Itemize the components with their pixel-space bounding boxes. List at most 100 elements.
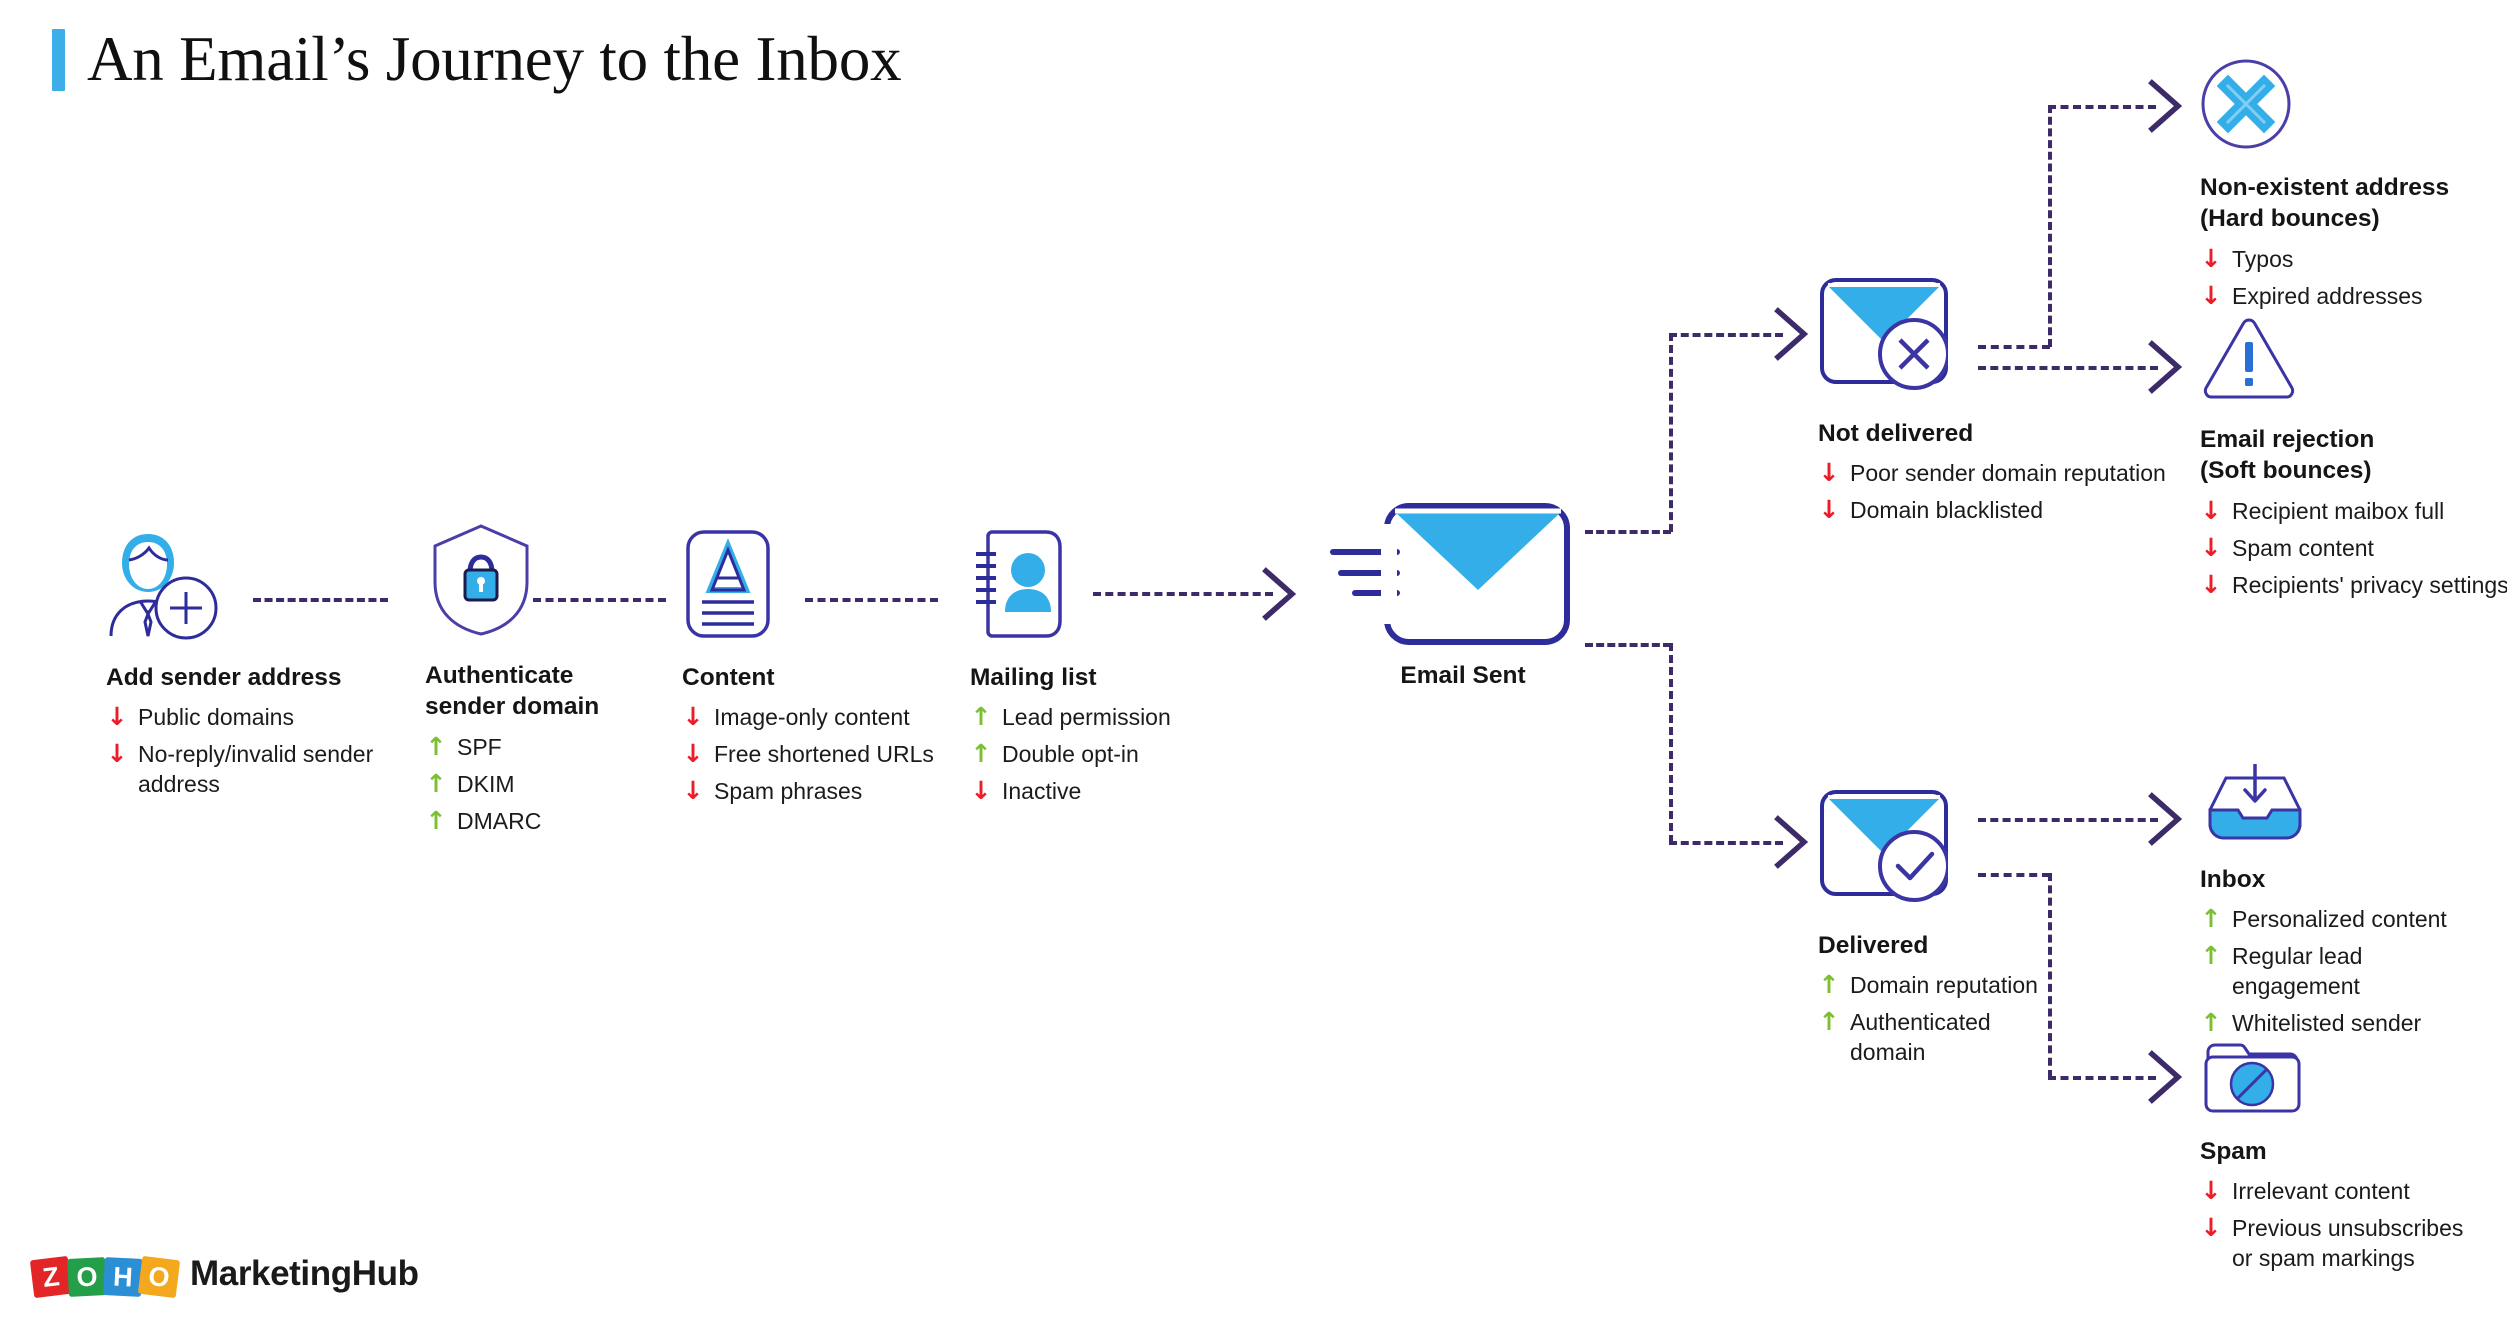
zoho-block-o1: O [67, 1257, 107, 1297]
bullet-item: ↓ Image-only content [682, 703, 942, 733]
bullet-text: Recipients' privacy settings [2232, 571, 2507, 598]
node-add-sender-address: Add sender address ↓ Public domains ↓ No… [106, 522, 376, 807]
down-arrow-icon: ↓ [970, 776, 992, 806]
node-email-sent: Email Sent [1325, 500, 1575, 691]
envelope-sending-icon [1325, 500, 1575, 648]
down-arrow-icon: ↓ [682, 739, 704, 769]
down-arrow-icon: ↓ [2200, 1213, 2222, 1243]
document-text-icon [682, 528, 942, 640]
bullet-text: Previous unsubscribes or spam markings [2232, 1215, 2464, 1272]
infographic-canvas: An Email’s Journey to the Inbox Add send… [0, 0, 2507, 1329]
bullet-text: Double opt-in [1002, 741, 1139, 768]
bullet-text: Image-only content [714, 704, 910, 731]
bullet-list: ↑ Personalized content ↑ Regular lead en… [2200, 905, 2500, 1039]
bullet-text: Domain reputation [1850, 972, 2038, 999]
bullet-item: ↑ Personalized content [2200, 905, 2500, 935]
bullet-text: Expired addresses [2232, 282, 2423, 309]
bullet-list: ↑ SPF ↑ DKIM ↑ DMARC [425, 731, 675, 837]
bullet-text: Regular lead engagement [2232, 943, 2363, 1000]
bullet-text: Authenticated domain [1850, 1009, 1991, 1066]
bullet-item: ↓ Spam content [2200, 533, 2507, 564]
up-arrow-icon: ↑ [970, 702, 992, 732]
user-add-icon [106, 522, 376, 640]
bullet-list: ↓ Recipient maibox full ↓ Spam content ↓… [2200, 495, 2507, 601]
node-non-existent-address: Non-existent address (Hard bounces) ↓ Ty… [2200, 58, 2500, 319]
zoho-letter: O [75, 1260, 99, 1293]
up-arrow-icon: ↑ [2200, 941, 2222, 971]
node-title: Non-existent address (Hard bounces) [2200, 174, 2450, 233]
zoho-block-z: Z [29, 1255, 73, 1299]
bullet-list: ↓ Public domains ↓ No-reply/invalid send… [106, 703, 376, 800]
bullet-item: ↑ SPF [425, 731, 675, 763]
bullet-item: ↓ No-reply/invalid sender address [106, 739, 376, 800]
arrowhead-to-email-sent [1262, 567, 1297, 621]
node-authenticate-sender-domain: Authenticate sender domain ↑ SPF ↑ DKIM … [425, 520, 675, 843]
up-arrow-icon: ↑ [1818, 970, 1840, 1000]
node-email-rejection: Email rejection (Soft bounces) ↓ Recipie… [2200, 314, 2507, 607]
node-title: Authenticate sender domain [425, 662, 600, 721]
node-title: Email Sent [1400, 662, 1526, 689]
bullet-text: Spam content [2232, 534, 2374, 561]
inbox-tray-icon [2200, 762, 2500, 844]
node-inbox: Inbox ↑ Personalized content ↑ Regular l… [2200, 762, 2500, 1046]
bullet-item: ↓ Irrelevant content [2200, 1177, 2507, 1207]
bullet-list: ↓ Typos ↓ Expired addresses [2200, 243, 2500, 312]
bullet-text: Domain blacklisted [1850, 497, 2044, 524]
bullet-item: ↓ Recipients' privacy settings [2200, 570, 2507, 601]
bullet-text: DKIM [457, 770, 515, 797]
zoho-letter: H [112, 1261, 134, 1292]
connector-notdelivered-hardbounce-h2 [2048, 105, 2156, 109]
bullet-item: ↑ Authenticated domain [1818, 1007, 2068, 1068]
node-title: Add sender address [106, 664, 342, 691]
shield-lock-icon [425, 520, 675, 638]
node-title: Not delivered [1818, 420, 1974, 447]
bullet-list: ↓ Image-only content ↓ Free shortened UR… [682, 703, 942, 807]
up-arrow-icon: ↑ [970, 739, 992, 769]
bullet-list: ↓ Poor sender domain reputation ↓ Domain… [1818, 459, 2188, 526]
down-arrow-icon: ↓ [2200, 243, 2222, 273]
connector-emailsent-notdelivered-h2 [1669, 333, 1783, 337]
bullet-item: ↑ DMARC [425, 806, 675, 837]
zoho-marketinghub-logo: Z O H O MarketingHub [29, 1252, 419, 1299]
zoho-letter: Z [40, 1260, 61, 1293]
bullet-item: ↑ Regular lead engagement [2200, 941, 2500, 1002]
down-arrow-icon: ↓ [1818, 458, 1840, 488]
bullet-text: Lead permission [1002, 704, 1171, 731]
bullet-text: Public domains [138, 704, 294, 731]
down-arrow-icon: ↓ [2200, 280, 2222, 310]
zoho-block-o2: O [137, 1255, 181, 1299]
connector-emailsent-delivered-v [1669, 643, 1673, 843]
bullet-text: Spam phrases [714, 778, 863, 805]
bullet-list: ↓ Irrelevant content ↓ Previous unsubscr… [2200, 1177, 2507, 1274]
envelope-check-icon [1818, 788, 2068, 906]
down-arrow-icon: ↓ [682, 776, 704, 806]
connector-emailsent-delivered-h1 [1585, 643, 1671, 647]
up-arrow-icon: ↑ [425, 731, 447, 761]
down-arrow-icon: ↓ [106, 739, 128, 769]
bullet-text: Inactive [1002, 778, 1082, 805]
bullet-item: ↓ Domain blacklisted [1818, 495, 2188, 526]
arrowhead-to-spam [2148, 1050, 2183, 1104]
node-content: Content ↓ Image-only content ↓ Free shor… [682, 528, 942, 814]
bullet-item: ↑ Double opt-in [970, 739, 1220, 770]
node-title: Spam [2200, 1138, 2267, 1165]
bullet-list: ↑ Lead permission ↑ Double opt-in ↓ Inac… [970, 703, 1220, 807]
bullet-text: DMARC [457, 807, 542, 834]
bullet-item: ↓ Poor sender domain reputation [1818, 459, 2188, 489]
bullet-item: ↓ Recipient maibox full [2200, 495, 2507, 527]
node-title: Delivered [1818, 932, 1929, 959]
bullet-item: ↑ Lead permission [970, 703, 1220, 733]
node-title: Inbox [2200, 866, 2266, 893]
down-arrow-icon: ↓ [2200, 495, 2222, 525]
page-title: An Email’s Journey to the Inbox [87, 24, 902, 94]
bullet-item: ↑ Domain reputation [1818, 971, 2068, 1001]
arrowhead-to-non-existent-address [2148, 79, 2183, 133]
arrowhead-to-inbox [2148, 792, 2183, 846]
up-arrow-icon: ↑ [1818, 1007, 1840, 1037]
bullet-item: ↓ Typos [2200, 243, 2500, 275]
arrowhead-to-delivered [1774, 815, 1809, 869]
node-title: Mailing list [970, 664, 1097, 691]
bullet-item: ↓ Free shortened URLs [682, 739, 942, 770]
node-title: Email rejection (Soft bounces) [2200, 426, 2375, 485]
bullet-text: Recipient maibox full [2232, 497, 2445, 524]
